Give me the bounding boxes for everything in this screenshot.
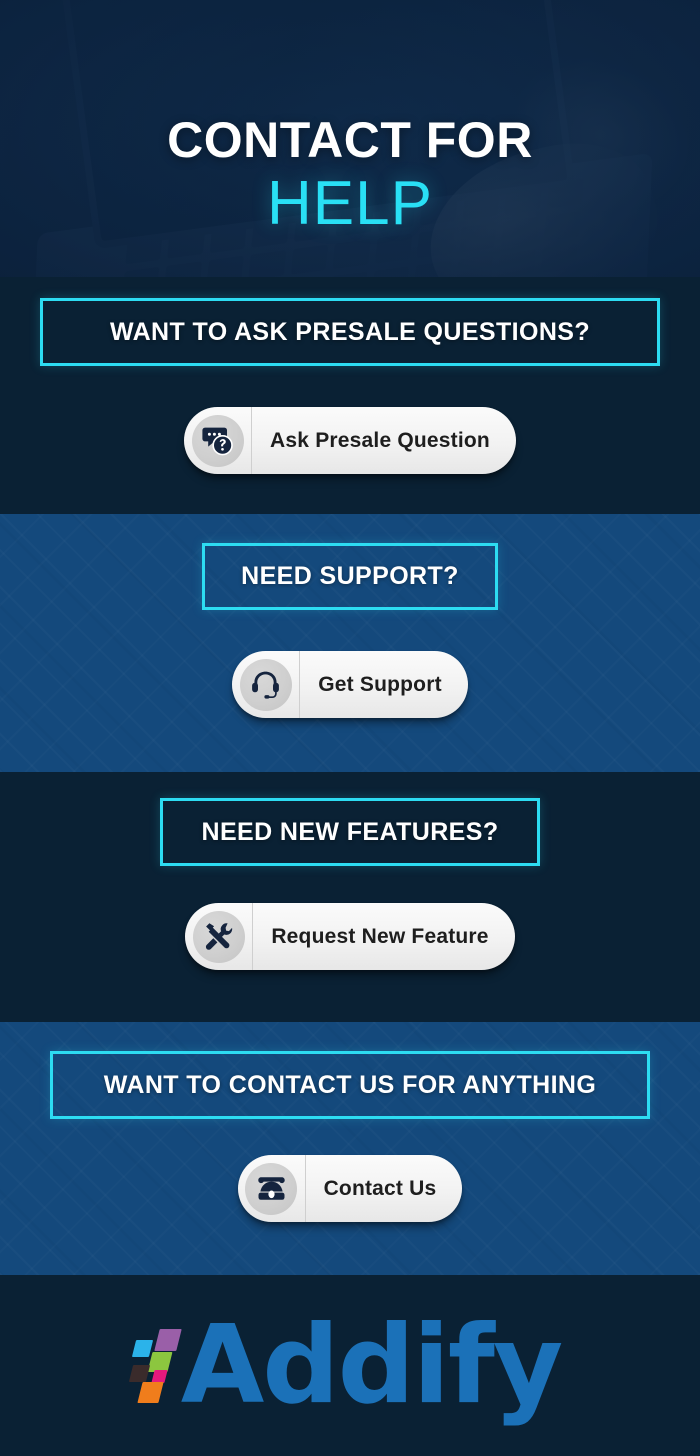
section-support: NEED SUPPORT? Get Support [0, 514, 700, 772]
button-divider [251, 407, 253, 474]
infographic-page: CONTACT FOR HELP WANT TO ASK PRESALE QUE… [0, 0, 700, 1456]
footer: Addify [0, 1275, 700, 1456]
heading-label-contact: WANT TO CONTACT US FOR ANYTHING [103, 1070, 597, 1099]
button-request-new-feature[interactable]: Request New Feature [185, 903, 515, 970]
rotary-telephone-icon [238, 1155, 305, 1222]
button-divider [299, 651, 301, 718]
heading-box-contact: WANT TO CONTACT US FOR ANYTHING [50, 1051, 650, 1119]
heading-label-presale: WANT TO ASK PRESALE QUESTIONS? [109, 317, 591, 346]
button-get-support[interactable]: Get Support [232, 651, 468, 718]
addify-logo: Addify [128, 1302, 564, 1428]
button-ask-presale-question[interactable]: Ask Presale Question [184, 407, 516, 474]
section-contact: WANT TO CONTACT US FOR ANYTHING Contact … [0, 1022, 700, 1275]
section-presale: WANT TO ASK PRESALE QUESTIONS? Ask Presa… [0, 277, 700, 514]
hero-title-line2: HELP [267, 168, 433, 238]
heading-box-presale: WANT TO ASK PRESALE QUESTIONS? [40, 298, 660, 366]
button-label-contact-us: Contact Us [323, 1176, 437, 1200]
question-chat-bubble-icon [184, 407, 251, 474]
heading-label-features: NEED NEW FEATURES? [201, 817, 499, 846]
button-divider [304, 1155, 306, 1222]
headset-icon [232, 651, 299, 718]
hero-title-block: CONTACT FOR HELP [0, 0, 700, 277]
hero-title-line1: CONTACT FOR [167, 111, 533, 168]
addify-logo-wordmark: Addify [180, 1302, 564, 1428]
wrench-screwdriver-icon [185, 903, 252, 970]
addify-logo-mark-icon [128, 1327, 187, 1405]
heading-box-support: NEED SUPPORT? [202, 543, 498, 610]
button-contact-us[interactable]: Contact Us [237, 1155, 463, 1222]
button-label-request-new-feature: Request New Feature [271, 924, 489, 948]
heading-label-support: NEED SUPPORT? [241, 562, 459, 590]
button-label-get-support: Get Support [318, 672, 442, 696]
section-features: NEED NEW FEATURES? Request New Feature [0, 772, 700, 1022]
button-label-ask-presale-question: Ask Presale Question [270, 428, 490, 452]
heading-box-features: NEED NEW FEATURES? [160, 798, 540, 866]
button-divider [252, 903, 254, 970]
hero-banner: CONTACT FOR HELP [0, 0, 700, 277]
